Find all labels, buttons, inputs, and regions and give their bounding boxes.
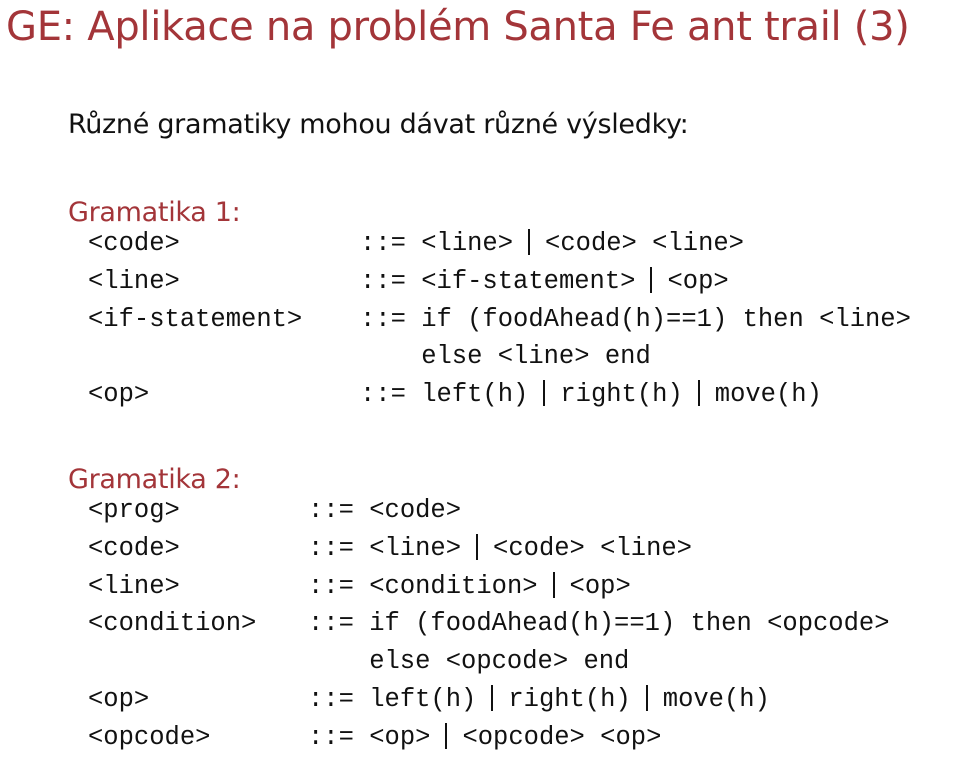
rule-lhs: <code>	[88, 229, 180, 258]
rule-operator: ::=	[308, 571, 370, 601]
rule-operator: ::=	[308, 533, 370, 563]
rule-rhs: ::= <code>	[308, 496, 461, 525]
alternative-separator	[476, 533, 479, 560]
alternative-separator	[552, 571, 555, 598]
slide-title: GE: Aplikace na problém Santa Fe ant tra…	[6, 4, 910, 50]
rule-alternative: <if-statement>	[421, 266, 636, 296]
rule-lhs: <op>	[88, 380, 150, 410]
rule-rhs: ::= left(h) right(h) move(h)	[360, 380, 822, 409]
alternative-separator	[543, 380, 546, 407]
rule-lhs: <code>	[88, 533, 180, 563]
rule-rhs: ::= <if-statement> <op>	[360, 266, 729, 296]
rule-alternative: <code>	[369, 496, 462, 525]
rule-alternative: <line>	[421, 229, 514, 258]
rule-rhs: ::= <line> <code> <line>	[360, 229, 744, 258]
rule-operator: ::=	[360, 304, 422, 334]
rule-lhs: <if-statement>	[88, 304, 303, 334]
grammar-rule: <prog>::= <code>	[0, 496, 960, 534]
grammar-rule: <if-statement>::= if (foodAhead(h)==1) t…	[0, 305, 960, 343]
rule-alternative: move(h)	[662, 685, 770, 714]
rule-operator: ::=	[308, 685, 370, 714]
rule-alternative: <op>	[369, 722, 431, 752]
rule-continuation-text: else <opcode> end	[369, 647, 630, 677]
rule-alternative: if (foodAhead(h)==1) then <opcode>	[369, 609, 890, 639]
rule-rhs: ::= if (foodAhead(h)==1) then <line>	[360, 305, 911, 334]
alternative-separator	[491, 685, 494, 711]
alternative-separator	[697, 380, 700, 407]
rule-lhs: <op>	[88, 685, 150, 714]
alternative-separator	[528, 229, 531, 255]
rule-alternative: left(h)	[369, 685, 477, 714]
grammar-rule: <line>::= <if-statement> <op>	[0, 266, 960, 305]
rule-rhs: ::= if (foodAhead(h)==1) then <opcode>	[308, 609, 890, 638]
grammar-rule: <opcode>::= <op> <opcode> <op>	[0, 722, 960, 761]
rule-rhs: ::= <op> <opcode> <op>	[308, 722, 662, 752]
rule-alternative: if (foodAhead(h)==1) then <line>	[421, 304, 911, 334]
rule-alternative: move(h)	[714, 380, 822, 410]
grammar-heading: Gramatika 2:	[68, 464, 241, 495]
grammar-rule: <line>::= <condition> <op>	[0, 571, 960, 610]
rule-rhs: ::= <line> <code> <line>	[308, 533, 692, 563]
grammar-rule: <code>::= <line> <code> <line>	[0, 229, 960, 267]
rule-alternative: <op>	[569, 571, 631, 601]
alternative-separator	[645, 685, 648, 711]
rule-alternative: left(h)	[421, 380, 529, 410]
rule-lhs: <prog>	[88, 496, 180, 525]
rule-alternative: <line>	[369, 533, 462, 563]
rule-alternative: <code> <line>	[545, 229, 744, 258]
grammar-rule-continuation: else <opcode> end	[0, 647, 960, 685]
rule-operator: ::=	[308, 722, 370, 752]
rule-operator: ::=	[360, 380, 422, 410]
rule-operator: ::=	[360, 266, 422, 296]
grammar-rule: <op>::= left(h) right(h) move(h)	[0, 685, 960, 723]
alternative-separator	[445, 722, 448, 749]
grammar-rule: <condition>::= if (foodAhead(h)==1) then…	[0, 609, 960, 647]
intro-text: Různé gramatiky mohou dávat různé výsled…	[68, 109, 689, 140]
grammar-rule-continuation: else <line> end	[0, 342, 960, 380]
rule-operator: ::=	[360, 229, 422, 258]
grammar-rule: <code>::= <line> <code> <line>	[0, 533, 960, 572]
rule-lhs: <line>	[88, 571, 180, 601]
rule-lhs: <line>	[88, 266, 180, 296]
alternative-separator	[650, 266, 653, 293]
rule-alternative: right(h)	[560, 380, 683, 410]
rule-alternative: <code> <line>	[493, 533, 692, 563]
rule-alternative: right(h)	[508, 685, 631, 714]
rule-alternative: <op>	[667, 266, 729, 296]
rule-operator: ::=	[308, 496, 370, 525]
rule-continuation-text: else <line> end	[421, 342, 651, 372]
rule-operator: ::=	[308, 609, 370, 639]
rule-lhs: <opcode>	[88, 722, 211, 752]
rule-alternative: <condition>	[369, 571, 538, 601]
rule-lhs: <condition>	[88, 609, 257, 639]
rule-alternative: <opcode> <op>	[462, 722, 662, 752]
grammar-heading: Gramatika 1:	[68, 197, 241, 228]
rule-rhs: ::= <condition> <op>	[308, 571, 631, 601]
grammar-rule: <op>::= left(h) right(h) move(h)	[0, 380, 960, 418]
rule-rhs: ::= left(h) right(h) move(h)	[308, 685, 770, 714]
